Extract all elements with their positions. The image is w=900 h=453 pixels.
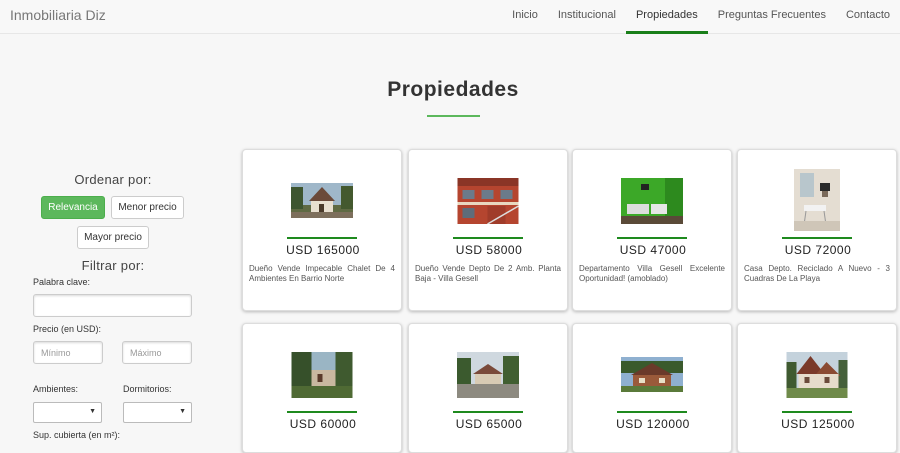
listing-price: USD 47000 [619,243,687,257]
nav-preguntas-frecuentes[interactable]: Preguntas Frecuentes [708,0,836,34]
building-photo [457,178,519,224]
listing-price: USD 120000 [616,417,690,431]
listing-price: USD 125000 [781,417,855,431]
chalet-photo [291,183,353,218]
card-divider [287,411,357,413]
property-card[interactable]: USD 60000 [242,323,402,453]
card-divider [453,237,523,239]
card-divider [287,237,357,239]
nav-inicio[interactable]: Inicio [502,0,548,34]
bedrooms-label: Dormitorios: [123,384,172,394]
nav-contacto[interactable]: Contacto [836,0,900,34]
garden-house-photo [291,352,353,398]
street-house-photo [457,352,519,398]
covered-area-label: Sup. cubierta (en m²): [33,430,121,440]
listing-description: Dueño Vende Depto De 2 Amb. Planta Baja … [415,264,561,283]
property-card[interactable]: USD 65000 [408,323,568,453]
green-room-photo [621,178,683,224]
filter-sidebar: Ordenar por: Relevancia Menor precio May… [0,0,230,441]
title-divider [427,115,480,117]
keyword-input[interactable] [33,294,192,317]
nav-institucional[interactable]: Institucional [548,0,626,34]
property-card[interactable]: USD 165000 Dueño Vende Impecable Chalet … [242,149,402,311]
price-min-input[interactable] [33,341,103,364]
card-divider [782,411,852,413]
property-card[interactable]: USD 120000 [572,323,732,453]
card-divider [453,411,523,413]
card-divider [617,411,687,413]
property-card[interactable]: USD 72000 Casa Depto. Reciclado A Nuevo … [737,149,897,311]
listing-price: USD 65000 [455,417,523,431]
chevron-down-icon: ▼ [179,408,186,415]
property-card[interactable]: USD 125000 [737,323,897,453]
living-room-photo [794,169,840,231]
listing-description: Dueño Vende Impecable Chalet De 4 Ambien… [249,264,395,283]
listing-price: USD 72000 [784,243,852,257]
price-max-input[interactable] [122,341,192,364]
listing-price: USD 165000 [286,243,360,257]
sort-lower-price-button[interactable]: Menor precio [111,196,184,219]
rooms-select[interactable]: ▼ [33,402,102,423]
nav-propiedades[interactable]: Propiedades [625,0,708,34]
keyword-label: Palabra clave: [33,277,91,287]
wooden-house-photo [621,357,683,392]
sort-higher-price-button[interactable]: Mayor precio [77,226,149,249]
listing-description: Departamento Villa Gesell Excelente Opor… [579,264,725,283]
price-label: Precio (en USD): [33,324,102,334]
order-by-label: Ordenar por: [74,172,152,187]
property-card[interactable]: USD 58000 Dueño Vende Depto De 2 Amb. Pl… [408,149,568,311]
rooms-label: Ambientes: [33,384,79,394]
listing-price: USD 58000 [455,243,523,257]
filter-by-label: Filtrar por: [81,258,145,273]
card-divider [782,237,852,239]
listing-description: Casa Depto. Reciclado A Nuevo - 3 Cuadra… [744,264,890,283]
alpine-house-photo [786,352,848,398]
property-card[interactable]: USD 47000 Departamento Villa Gesell Exce… [572,149,732,311]
chevron-down-icon: ▼ [89,408,96,415]
sort-relevance-button[interactable]: Relevancia [41,196,105,219]
main-nav: Inicio Institucional Propiedades Pregunt… [502,0,900,34]
listing-price: USD 60000 [289,417,357,431]
card-divider [617,237,687,239]
bedrooms-select[interactable]: ▼ [123,402,192,423]
